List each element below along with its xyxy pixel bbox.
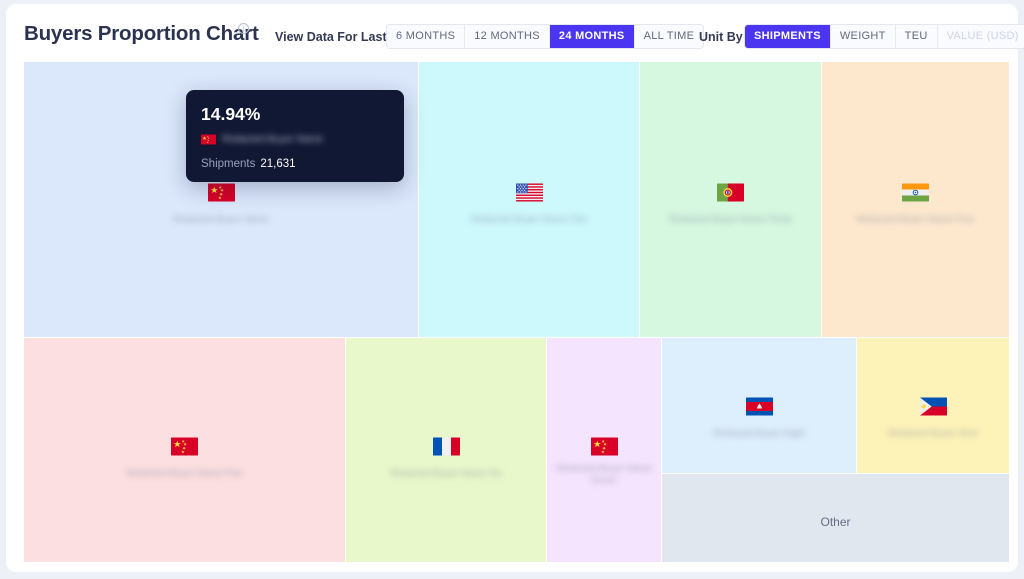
tooltip-metric-value: 21,631 xyxy=(260,158,296,170)
tooltip-company-row: Redacted Buyer Name xyxy=(201,134,323,145)
treemap-tile[interactable]: Redacted Buyer Eight xyxy=(662,338,856,473)
unit-option-0[interactable]: SHIPMENTS xyxy=(745,25,831,48)
tile-label: Redacted Buyer Eight xyxy=(712,428,806,439)
cn-flag-icon xyxy=(207,183,235,202)
treemap-tile[interactable]: Redacted Buyer Name Five xyxy=(24,338,345,562)
chart-header: Buyers Proportion Chart i View Data For … xyxy=(6,4,1024,62)
tile-label: Redacted Buyer Name Six xyxy=(390,468,502,479)
tile-label: Redacted Buyer Name Five xyxy=(126,468,243,479)
tile-label: Redacted Buyer Name Three xyxy=(668,214,793,225)
tile-label: Redacted Buyer Nine xyxy=(887,428,979,439)
treemap-tile[interactable]: Redacted Buyer Name Three xyxy=(640,62,821,337)
tile-label: Other xyxy=(820,515,851,529)
treemap-tile[interactable]: Redacted Buyer Name Six xyxy=(346,338,546,562)
page-title: Buyers Proportion Chart xyxy=(24,22,259,45)
treemap-tile[interactable]: Redacted Buyer Nine xyxy=(857,338,1009,473)
unit-option-2[interactable]: TEU xyxy=(895,25,938,48)
treemap-chart[interactable]: Redacted Buyer Name Redacted Buyer Name T… xyxy=(24,62,1009,562)
unit-option-1[interactable]: WEIGHT xyxy=(830,25,896,48)
tile-label: Redacted Buyer Name Two xyxy=(471,214,587,225)
cn-flag-icon xyxy=(201,134,216,145)
tooltip-metric-label: Shipments xyxy=(201,158,256,170)
treemap-tile[interactable]: Redacted Buyer Name Four xyxy=(822,62,1009,337)
tooltip-company-name: Redacted Buyer Name xyxy=(222,134,324,145)
view-range-label: View Data For Last xyxy=(275,30,387,44)
unit-by-label: Unit By xyxy=(699,30,743,44)
us-flag-icon xyxy=(515,183,543,202)
tile-label: Redacted Buyer Name Seven xyxy=(555,463,653,486)
unit-option-3: VALUE (USD) xyxy=(937,25,1024,48)
tooltip-percent: 14.94% xyxy=(201,104,261,124)
in-flag-icon xyxy=(902,183,929,202)
unit-segmented-control[interactable]: SHIPMENTS WEIGHT TEU VALUE (USD) xyxy=(744,24,1024,49)
cn-flag-icon xyxy=(171,437,198,456)
pt-flag-icon xyxy=(717,183,744,202)
treemap-tooltip: 14.94% Redacted Buyer Name Shipments 21,6… xyxy=(186,90,404,182)
tile-label: Redacted Buyer Name Four xyxy=(856,214,975,225)
range-option-3[interactable]: ALL TIME xyxy=(634,25,704,48)
range-segmented-control[interactable]: 6 MONTHS 12 MONTHS 24 MONTHS ALL TIME xyxy=(386,24,705,49)
fr-flag-icon xyxy=(432,437,460,456)
kh-flag-icon xyxy=(745,397,773,416)
buyers-proportion-chart-card: Buyers Proportion Chart i View Data For … xyxy=(6,4,1024,572)
range-option-0[interactable]: 6 MONTHS xyxy=(387,25,466,48)
tooltip-metric: Shipments 21,631 xyxy=(201,158,296,170)
treemap-tile[interactable]: Redacted Buyer Name Seven xyxy=(547,338,661,562)
info-circle-icon[interactable]: i xyxy=(238,23,249,34)
treemap-tile[interactable]: Redacted Buyer Name Two xyxy=(419,62,639,337)
range-option-2[interactable]: 24 MONTHS xyxy=(549,25,635,48)
ph-flag-icon xyxy=(919,397,947,416)
tile-label: Redacted Buyer Name xyxy=(172,214,270,225)
range-option-1[interactable]: 12 MONTHS xyxy=(465,25,550,48)
treemap-tile[interactable]: Other xyxy=(662,474,1009,562)
cn-flag-icon xyxy=(590,437,618,456)
